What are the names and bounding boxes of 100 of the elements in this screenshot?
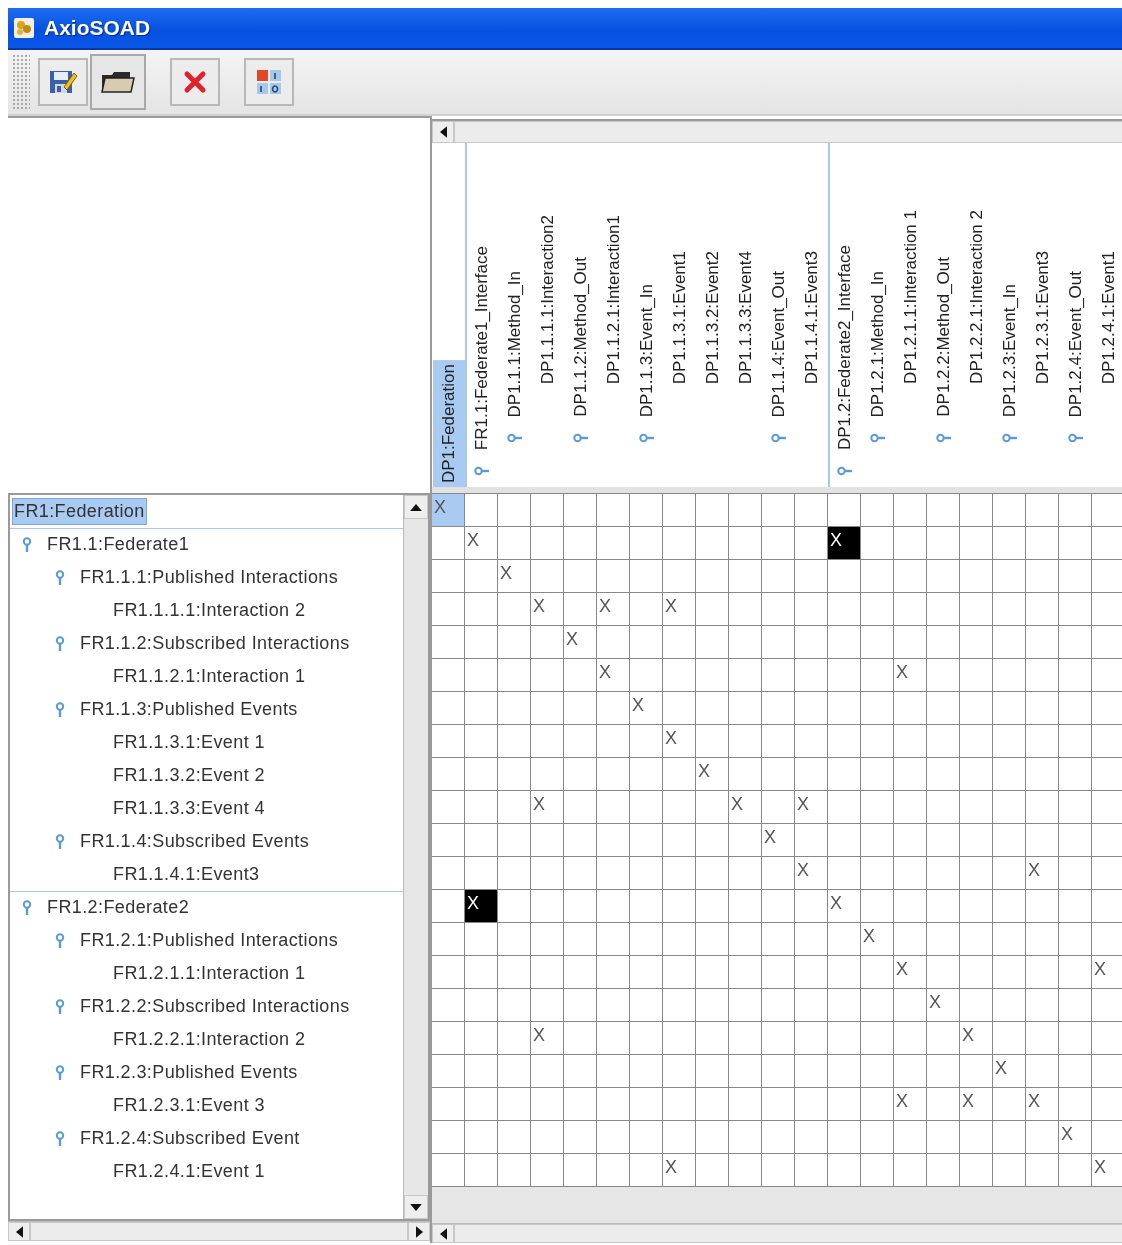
tree-item[interactable]: FR1.1.4.1:Event3	[111, 861, 262, 888]
key-icon[interactable]	[770, 432, 787, 443]
matrix-cell[interactable]: X	[795, 857, 828, 890]
matrix-cell[interactable]: X	[828, 890, 861, 923]
tree-item[interactable]: FR1.1.3:Published Events	[78, 696, 300, 723]
tree-item[interactable]: FR1.2.4.1:Event 1	[111, 1158, 267, 1185]
matrix-cell[interactable]: X	[729, 791, 762, 824]
matrix-cell[interactable]: X	[531, 593, 564, 626]
key-icon[interactable]	[22, 899, 32, 916]
column-header[interactable]: DP1.1.4.1:Event3	[795, 246, 828, 388]
key-icon[interactable]	[55, 569, 65, 586]
matrix-cell[interactable]: X	[597, 659, 630, 692]
key-icon[interactable]	[55, 998, 65, 1015]
column-header[interactable]: DP1.2.1:Method_In	[861, 266, 894, 421]
matrix-cell[interactable]: X	[861, 923, 894, 956]
column-header[interactable]: DP1.2.4.1:Event1	[1092, 246, 1122, 388]
matrix-cell[interactable]: X	[828, 527, 861, 560]
tree-item[interactable]: FR1.2.1:Published Interactions	[78, 927, 341, 954]
matrix-cell[interactable]: X	[894, 956, 927, 989]
tree-item[interactable]: FR1.1.4:Subscribed Events	[78, 828, 312, 855]
key-icon[interactable]	[638, 432, 655, 443]
column-header[interactable]: DP1.1.1.1:Interaction2	[531, 210, 564, 388]
matrix-cell[interactable]: X	[1059, 1121, 1092, 1154]
matrix-cell[interactable]: X	[663, 725, 696, 758]
tree-item[interactable]: FR1.1.2.1:Interaction 1	[111, 663, 308, 690]
column-header[interactable]: DP1:Federation	[432, 359, 465, 487]
column-header[interactable]: DP1.1.3.2:Event2	[696, 246, 729, 388]
delete-button[interactable]	[170, 58, 220, 106]
key-icon[interactable]	[22, 536, 32, 553]
matrix-cell[interactable]: X	[795, 791, 828, 824]
tree-item[interactable]: FR1.1.3.3:Event 4	[111, 795, 267, 822]
edit-button[interactable]	[38, 58, 88, 106]
key-icon[interactable]	[55, 635, 65, 652]
matrix-button[interactable]	[244, 58, 294, 106]
matrix-cell[interactable]: X	[663, 593, 696, 626]
tree-item[interactable]: FR1.2.4:Subscribed Event	[78, 1125, 302, 1152]
scroll-right-button[interactable]	[408, 1222, 430, 1241]
column-header[interactable]: DP1.1.4:Event_Out	[762, 266, 795, 421]
horizontal-scrollbar[interactable]	[432, 119, 1122, 143]
key-icon[interactable]	[836, 465, 853, 476]
matrix-cell[interactable]: X	[465, 890, 498, 923]
matrix-cell[interactable]: X	[927, 989, 960, 1022]
matrix-cell[interactable]: X	[993, 1055, 1026, 1088]
tree-item[interactable]: FR1.1.1:Published Interactions	[78, 564, 341, 591]
scroll-up-button[interactable]	[404, 495, 428, 519]
scroll-down-button[interactable]	[404, 1195, 428, 1219]
matrix-cell[interactable]: X	[597, 593, 630, 626]
column-header[interactable]: DP1.2.4:Event_Out	[1059, 266, 1092, 421]
matrix-cell[interactable]: X	[630, 692, 663, 725]
key-icon[interactable]	[55, 701, 65, 718]
key-icon[interactable]	[869, 432, 886, 443]
column-header[interactable]: DP1.1.3.1:Event1	[663, 246, 696, 388]
toolbar-grip[interactable]	[12, 54, 30, 110]
open-button[interactable]	[90, 54, 146, 110]
tree-item[interactable]: FR1.1.3.1:Event 1	[111, 729, 267, 756]
key-icon[interactable]	[1001, 432, 1018, 443]
tree-item[interactable]: FR1.2.3:Published Events	[78, 1059, 300, 1086]
matrix-cell[interactable]: X	[1026, 1088, 1059, 1121]
key-icon[interactable]	[473, 465, 490, 476]
tree-item[interactable]: FR1.2.1.1:Interaction 1	[111, 960, 308, 987]
tree-item[interactable]: FR1.1.3.2:Event 2	[111, 762, 267, 789]
key-icon[interactable]	[55, 1064, 65, 1081]
column-header[interactable]: DP1.1.3:Event_In	[630, 279, 663, 421]
key-icon[interactable]	[1067, 432, 1084, 443]
matrix-cell[interactable]: X	[960, 1088, 993, 1121]
horizontal-scrollbar[interactable]	[8, 1221, 430, 1241]
scroll-left-button[interactable]	[432, 1224, 454, 1243]
scroll-left-button[interactable]	[432, 121, 454, 143]
column-header[interactable]: DP1.2:Federate2_Interface	[828, 240, 861, 454]
key-icon[interactable]	[935, 432, 952, 443]
matrix-cell[interactable]: X	[1026, 857, 1059, 890]
column-header[interactable]: DP1.2.2:Method_Out	[927, 253, 960, 421]
matrix-cell[interactable]: X	[465, 527, 498, 560]
column-header[interactable]: FR1.1:Federate1_Interface	[465, 241, 498, 454]
column-header[interactable]: DP1.2.3:Event_In	[993, 279, 1026, 421]
key-icon[interactable]	[55, 833, 65, 850]
vertical-scrollbar[interactable]	[403, 495, 428, 1219]
matrix-cell[interactable]: X	[1092, 956, 1122, 989]
matrix-cell[interactable]: X	[498, 560, 531, 593]
matrix-cell[interactable]: X	[894, 1088, 927, 1121]
tree-item[interactable]: FR1:Federation	[12, 498, 147, 525]
matrix-cell[interactable]: X	[432, 494, 465, 527]
column-header[interactable]: DP1.1.2:Method_Out	[564, 253, 597, 421]
column-header[interactable]: DP1.2.2.1:Interaction 2	[960, 206, 993, 388]
column-header[interactable]: DP1.1.3.3:Event4	[729, 246, 762, 388]
key-icon[interactable]	[55, 1130, 65, 1147]
column-header[interactable]: DP1.2.1.1:Interaction 1	[894, 206, 927, 388]
matrix-cell[interactable]: X	[894, 659, 927, 692]
matrix-cell[interactable]: X	[696, 758, 729, 791]
column-header[interactable]: DP1.1.2.1:Interaction1	[597, 210, 630, 388]
tree-item[interactable]: FR1.2.2:Subscribed Interactions	[78, 993, 352, 1020]
tree-item[interactable]: FR1.2:Federate2	[45, 894, 192, 921]
tree-item[interactable]: FR1.1.1.1:Interaction 2	[111, 597, 308, 624]
horizontal-scrollbar[interactable]	[432, 1223, 1122, 1243]
tree-item[interactable]: FR1.1.2:Subscribed Interactions	[78, 630, 352, 657]
scroll-left-button[interactable]	[8, 1222, 30, 1241]
matrix-cell[interactable]: X	[531, 1022, 564, 1055]
tree-item[interactable]: FR1.1:Federate1	[45, 531, 192, 558]
matrix-cell[interactable]: X	[531, 791, 564, 824]
column-header[interactable]: DP1.1.1:Method_In	[498, 266, 531, 421]
